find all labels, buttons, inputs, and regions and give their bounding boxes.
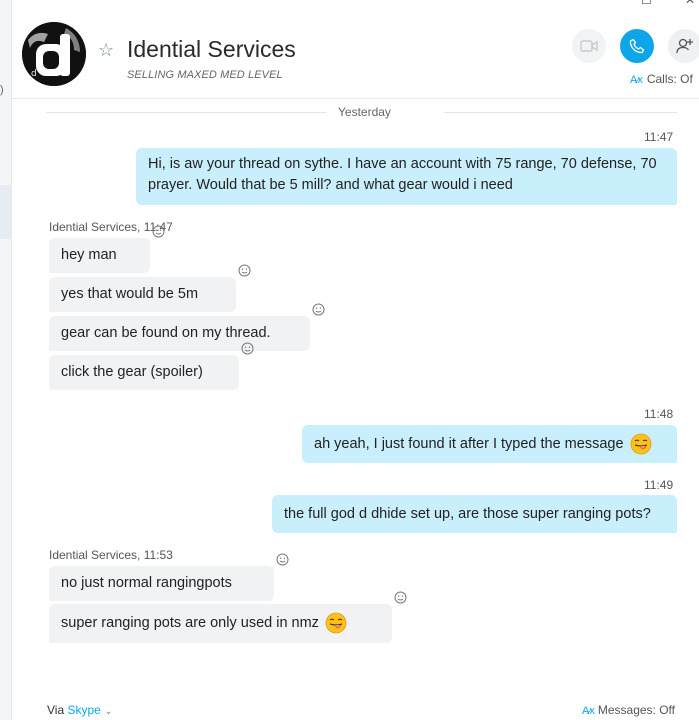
calls-translator-status[interactable]: A̷x Calls: Of <box>630 72 693 86</box>
date-label: Yesterday <box>338 105 391 119</box>
incoming-message[interactable]: no just normal rangingpots <box>49 553 289 601</box>
contact-avatar[interactable]: d <box>22 22 86 86</box>
messages-translator-status[interactable]: A̷x Messages: Off <box>582 703 675 717</box>
date-separator: Yesterday <box>46 104 677 120</box>
incoming-message[interactable]: yes that would be 5m <box>49 264 251 312</box>
video-camera-icon <box>580 40 598 52</box>
sidebar-caret: ) <box>0 84 4 96</box>
header-divider <box>11 98 699 99</box>
add-reaction-icon[interactable] <box>241 342 254 355</box>
translate-icon: A̷x <box>630 74 643 86</box>
message-text: super ranging pots are only used in nmz <box>61 615 319 631</box>
message-text: ah yeah, I just found it after I typed t… <box>314 436 624 452</box>
tongue-out-emoji-icon <box>325 612 347 634</box>
add-reaction-icon[interactable] <box>152 225 165 238</box>
add-person-icon <box>676 38 693 54</box>
message-timestamp: 11:48 <box>644 407 674 421</box>
contact-name: Idential Services <box>127 36 296 62</box>
sidebar-selected-item[interactable] <box>0 185 11 239</box>
message-text: no just normal rangingpots <box>61 575 232 591</box>
outgoing-message[interactable]: Hi, is aw your thread on sythe. I have a… <box>136 148 677 205</box>
add-participant-button[interactable] <box>668 29 699 63</box>
maximize-window-button[interactable]: ☐ <box>641 0 652 7</box>
sender-name-timestamp: Idential Services, 11:53 <box>49 548 173 562</box>
via-label: Via <box>47 703 65 717</box>
phone-icon <box>629 38 645 54</box>
message-timestamp: 11:49 <box>644 478 674 492</box>
avatar-letter: d <box>31 69 37 79</box>
calls-status-label: Calls: Of <box>646 72 693 86</box>
contact-mood-message: SELLING MAXED MED LEVEL <box>127 69 283 81</box>
outgoing-message[interactable]: the full god d dhide set up, are those s… <box>272 495 677 533</box>
outgoing-message[interactable]: ah yeah, I just found it after I typed t… <box>302 425 677 463</box>
chevron-down-icon: ⌄ <box>104 706 113 717</box>
incoming-message[interactable]: gear can be found on my thread. <box>49 303 325 351</box>
add-reaction-icon[interactable] <box>394 591 407 604</box>
message-text: Hi, is aw your thread on sythe. I have a… <box>148 156 657 193</box>
messages-status-label: Messages: Off <box>597 703 675 717</box>
message-timestamp: 11:47 <box>644 130 674 144</box>
incoming-message[interactable]: click the gear (spoiler) <box>49 342 254 390</box>
add-reaction-icon[interactable] <box>238 264 251 277</box>
sidebar-edge: ) <box>0 0 12 720</box>
message-text: gear can be found on my thread. <box>61 325 271 341</box>
message-text: click the gear (spoiler) <box>61 364 203 380</box>
via-skype-selector[interactable]: Via Skype ⌄ <box>47 703 113 717</box>
message-text: yes that would be 5m <box>61 286 199 302</box>
add-reaction-icon[interactable] <box>312 303 325 316</box>
incoming-message[interactable]: super ranging pots are only used in nmz <box>49 591 407 643</box>
favorite-star-icon[interactable]: ☆ <box>98 40 114 61</box>
incoming-message[interactable]: hey man <box>49 225 165 273</box>
translate-icon: A̷x <box>582 705 595 717</box>
audio-call-button[interactable] <box>620 29 654 63</box>
via-app-label: Skype <box>67 703 101 717</box>
video-call-button[interactable] <box>572 29 606 63</box>
message-text: hey man <box>61 247 117 263</box>
tongue-out-emoji-icon <box>630 433 651 455</box>
add-reaction-icon[interactable] <box>276 553 289 566</box>
message-text: the full god d dhide set up, are those s… <box>284 506 651 522</box>
close-window-button[interactable]: ✕ <box>685 0 695 7</box>
